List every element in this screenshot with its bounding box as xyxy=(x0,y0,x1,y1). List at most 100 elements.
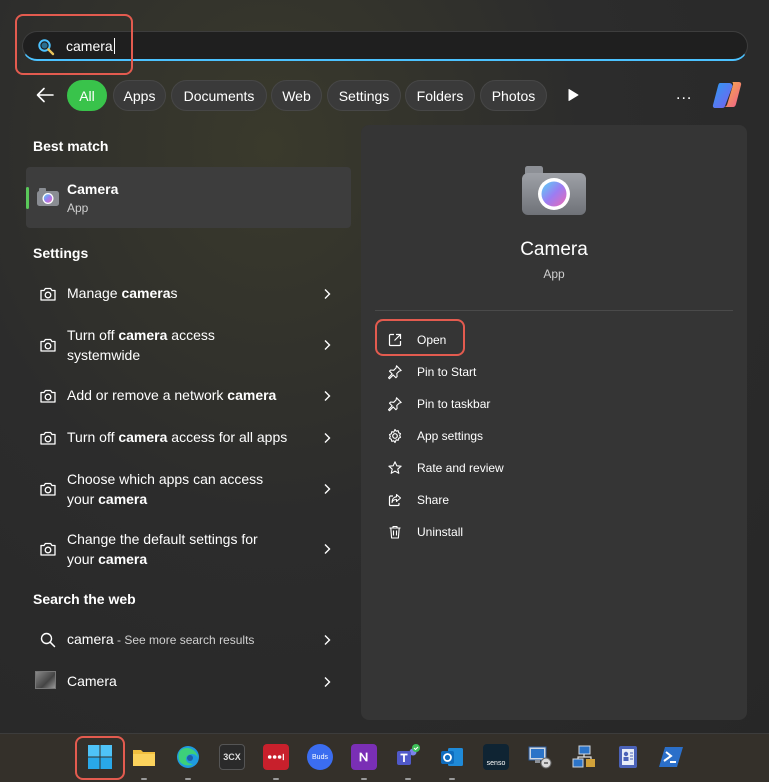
setting-label: Manage cameras xyxy=(67,285,178,301)
folder-icon[interactable] xyxy=(131,744,157,770)
filter-folders[interactable]: Folders xyxy=(405,80,475,111)
action-share[interactable]: Share xyxy=(387,489,449,511)
filter-label: Photos xyxy=(491,87,536,104)
filter-label: Folders xyxy=(416,87,464,104)
camera-outline-icon xyxy=(40,389,56,403)
chevron-right-icon xyxy=(324,289,331,299)
search-annotation-box xyxy=(15,14,133,75)
outlook-icon[interactable] xyxy=(439,744,465,770)
settings-heading: Settings xyxy=(33,245,89,261)
filter-apps[interactable]: Apps xyxy=(113,80,166,111)
pin-icon xyxy=(387,365,402,380)
setting-label: Turn off camera access for all apps xyxy=(67,429,288,445)
web-result-camera-search[interactable]: camera - See more search results xyxy=(26,629,351,651)
edge-icon[interactable] xyxy=(175,744,201,770)
search-web-heading: Search the web xyxy=(33,591,136,607)
action-rate-and-review[interactable]: Rate and review xyxy=(387,457,504,479)
camera-outline-icon xyxy=(40,431,56,445)
filter-documents[interactable]: Documents xyxy=(171,80,267,111)
setting-add-remove-network-camera[interactable]: Add or remove a network camera xyxy=(26,385,351,407)
back-arrow-icon[interactable] xyxy=(34,84,56,106)
selection-indicator xyxy=(26,187,29,209)
setting-label: Add or remove a network camera xyxy=(67,387,277,403)
action-label: App settings xyxy=(417,429,484,443)
action-label: Share xyxy=(417,493,450,507)
best-match-heading: Best match xyxy=(33,138,109,154)
setting-change-default-camera-settings[interactable]: Change the default settings for your cam… xyxy=(26,529,351,569)
best-match-type: App xyxy=(67,201,89,215)
filter-label: Apps xyxy=(123,87,156,104)
chevron-right-icon xyxy=(324,433,331,443)
filter-label: Settings xyxy=(338,87,390,104)
action-label: Pin to Start xyxy=(417,365,477,379)
camera-outline-icon xyxy=(40,482,56,496)
filter-photos[interactable]: Photos xyxy=(480,80,547,111)
senso-label: senso xyxy=(486,760,506,767)
3cx-label: 3CX xyxy=(223,752,241,762)
gear-icon xyxy=(388,428,402,444)
running-indicator xyxy=(185,778,191,780)
chevron-right-icon xyxy=(324,340,331,350)
setting-manage-cameras[interactable]: Manage cameras xyxy=(26,283,351,305)
camera-outline-icon xyxy=(40,338,56,352)
taskbar: 3CX Buds senso xyxy=(0,734,769,782)
senso-icon[interactable]: senso xyxy=(483,744,509,770)
web-result-label: Camera xyxy=(67,673,117,689)
remote-desktop-icon[interactable] xyxy=(527,744,553,770)
action-label: Rate and review xyxy=(417,461,504,475)
powershell-icon[interactable] xyxy=(659,744,685,770)
setting-turn-off-camera-systemwide[interactable]: Turn off camera access systemwide xyxy=(26,325,351,365)
buds-label: Buds xyxy=(312,753,328,761)
start-annotation-box xyxy=(75,736,125,780)
best-match-name: Camera xyxy=(67,181,119,197)
onenote-icon[interactable] xyxy=(351,744,377,770)
filter-label: Documents xyxy=(183,87,255,104)
filter-label: All xyxy=(79,87,95,104)
running-indicator xyxy=(273,778,279,780)
trash-icon xyxy=(389,525,401,539)
play-more-filters-icon[interactable] xyxy=(564,86,582,104)
running-indicator xyxy=(141,778,147,780)
app-detail-pane: Camera App Open Pin to Start Pin to task… xyxy=(361,125,747,720)
web-result-camera[interactable]: Camera xyxy=(26,671,351,693)
filter-settings[interactable]: Settings xyxy=(327,80,401,111)
chevron-right-icon xyxy=(324,635,331,645)
filter-all[interactable]: All xyxy=(67,80,107,111)
action-label: Uninstall xyxy=(417,525,464,539)
chevron-right-icon xyxy=(324,484,331,494)
best-match-camera-app[interactable]: Camera App xyxy=(26,167,351,228)
setting-turn-off-camera-all-apps[interactable]: Turn off camera access for all apps xyxy=(26,427,351,449)
pin-icon xyxy=(387,397,402,412)
camera-outline-icon xyxy=(40,542,56,556)
directory-icon[interactable] xyxy=(615,744,641,770)
action-uninstall[interactable]: Uninstall xyxy=(387,521,463,543)
action-app-settings[interactable]: App settings xyxy=(387,425,483,447)
teams-icon[interactable] xyxy=(395,744,421,770)
setting-label: Choose which apps can access your camera xyxy=(67,471,264,507)
chevron-right-icon xyxy=(324,391,331,401)
chevron-right-icon xyxy=(324,677,331,687)
action-pin-to-start[interactable]: Pin to Start xyxy=(387,361,476,383)
copilot-icon[interactable] xyxy=(711,79,743,111)
camera-outline-icon xyxy=(40,287,56,301)
filter-web[interactable]: Web xyxy=(271,80,322,111)
3cx-icon[interactable]: 3CX xyxy=(219,744,245,770)
lastpass-icon[interactable] xyxy=(263,744,289,770)
setting-label: Change the default settings for your cam… xyxy=(67,531,258,567)
buds-icon[interactable]: Buds xyxy=(307,744,333,770)
web-result-label: camera - See more search results xyxy=(67,631,255,647)
star-icon xyxy=(388,461,402,474)
more-options-button[interactable]: ... xyxy=(676,86,692,104)
detail-app-name: Camera xyxy=(520,239,588,260)
network-icon[interactable] xyxy=(571,744,597,770)
action-pin-to-taskbar[interactable]: Pin to taskbar xyxy=(387,393,490,415)
detail-divider xyxy=(375,310,733,311)
setting-label: Turn off camera access systemwide xyxy=(67,327,215,363)
setting-choose-apps-camera-access[interactable]: Choose which apps can access your camera xyxy=(26,469,351,509)
camera-app-icon xyxy=(37,188,59,206)
running-indicator xyxy=(449,778,455,780)
camera-app-icon xyxy=(522,166,586,215)
action-label: Pin to taskbar xyxy=(417,397,491,411)
share-icon xyxy=(388,493,402,507)
detail-app-type: App xyxy=(543,267,565,281)
